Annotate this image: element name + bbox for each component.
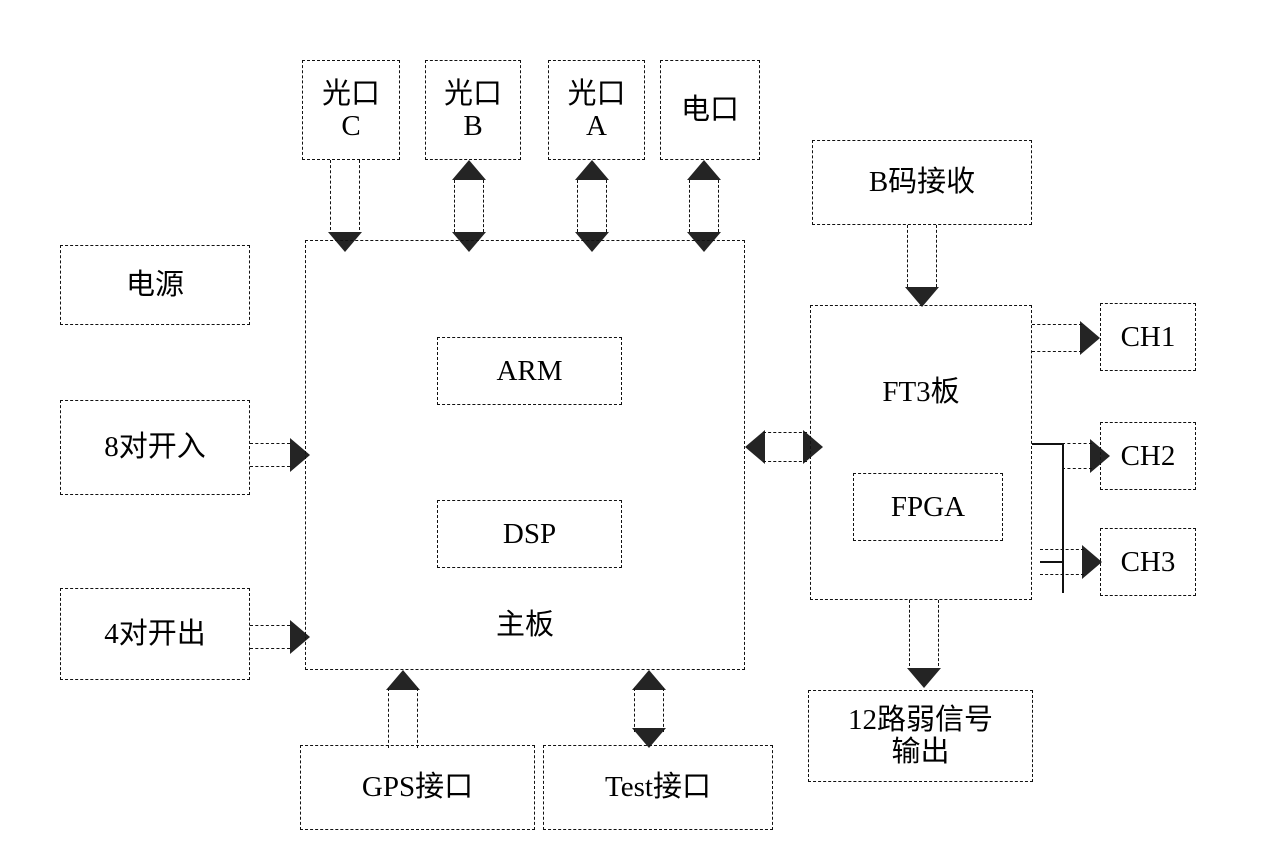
block-ch2[interactable]: CH2 [1100, 422, 1196, 490]
arrow-optical-a-to-mainboard [563, 160, 621, 252]
block-dsp[interactable]: DSP [437, 500, 622, 568]
block-electrical-port[interactable]: 电口 [660, 60, 760, 160]
test-interface-label: Test接口 [605, 771, 711, 804]
arrow-test-to-mainboard [620, 670, 678, 748]
arrow-electrical-port-to-mainboard [675, 160, 733, 252]
electrical-port-label: 电口 [680, 93, 739, 126]
arrow-power-to-mainboard [250, 430, 310, 480]
block-arm[interactable]: ARM [437, 337, 622, 405]
arrow-digital-output-to-mainboard [250, 612, 310, 662]
mainboard-label: 主板 [495, 608, 554, 641]
block-test-interface[interactable]: Test接口 [543, 745, 773, 830]
ch1-label: CH1 [1120, 320, 1176, 353]
connector-ft3-ch3-feed [1040, 561, 1064, 563]
optical-port-b-label: 光口 B [443, 77, 502, 142]
block-power[interactable]: 电源 [60, 245, 250, 325]
arrow-optical-b-to-mainboard [440, 160, 498, 252]
arrow-ft3-to-ch2 [1062, 430, 1110, 482]
block-gps-interface[interactable]: GPS接口 [300, 745, 535, 830]
block-weak-signal-output[interactable]: 12路弱信号 输出 [808, 690, 1033, 782]
arrow-ft3-to-ch1 [1032, 310, 1100, 366]
ft3-board-label: FT3板 [882, 376, 960, 408]
ch3-label: CH3 [1120, 545, 1176, 578]
hardware-block-diagram: 光口 C 光口 B 光口 A 电口 电源 8对开入 4对开出 主板 ARM DS… [0, 0, 1271, 857]
bcode-receive-label: B码接收 [868, 166, 976, 199]
weak-signal-output-label: 12路弱信号 输出 [847, 703, 993, 768]
block-optical-port-c[interactable]: 光口 C [302, 60, 400, 160]
arrow-optical-c-to-mainboard [316, 160, 374, 252]
block-fpga[interactable]: FPGA [853, 473, 1003, 541]
gps-interface-label: GPS接口 [361, 771, 474, 804]
digital-output-label: 4对开出 [104, 617, 206, 650]
block-bcode-receive[interactable]: B码接收 [812, 140, 1032, 225]
block-ch1[interactable]: CH1 [1100, 303, 1196, 371]
block-ch3[interactable]: CH3 [1100, 528, 1196, 596]
dsp-label: DSP [502, 517, 557, 550]
arrow-gps-to-mainboard [374, 670, 432, 748]
block-digital-output[interactable]: 4对开出 [60, 588, 250, 680]
arrow-ft3-to-weak-signal-output [895, 600, 953, 688]
ch2-label: CH2 [1120, 439, 1176, 472]
arrow-bcode-to-ft3 [893, 225, 951, 307]
connector-ft3-ch2-feed [1032, 443, 1064, 445]
block-mainboard[interactable]: 主板 [305, 240, 745, 670]
block-ft3-board[interactable]: FT3板 [810, 305, 1032, 600]
fpga-label: FPGA [890, 490, 966, 523]
block-digital-input[interactable]: 8对开入 [60, 400, 250, 495]
block-optical-port-a[interactable]: 光口 A [548, 60, 645, 160]
arm-label: ARM [496, 354, 563, 387]
digital-input-label: 8对开入 [104, 431, 206, 464]
block-optical-port-b[interactable]: 光口 B [425, 60, 521, 160]
optical-port-a-label: 光口 A [567, 77, 626, 142]
power-label: 电源 [125, 268, 184, 301]
connector-ft3-ch-bus [1062, 443, 1064, 593]
optical-port-c-label: 光口 C [321, 77, 380, 142]
